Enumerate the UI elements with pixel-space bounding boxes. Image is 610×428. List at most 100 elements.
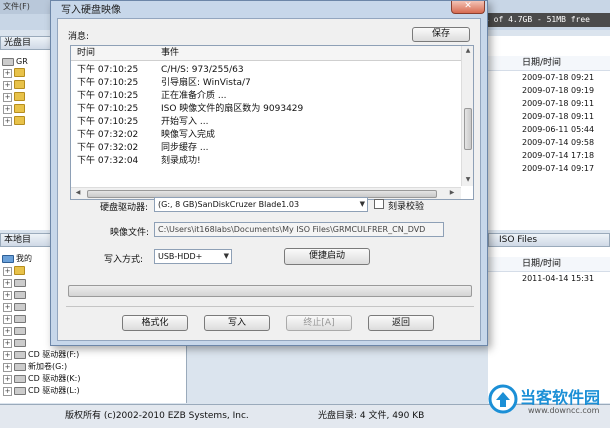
- expand-icon[interactable]: +: [3, 279, 12, 288]
- expand-icon[interactable]: +: [3, 363, 12, 372]
- chevron-down-icon: ▼: [359, 200, 365, 208]
- tree-item[interactable]: CD 驱动器(F:): [14, 349, 79, 360]
- vertical-scrollbar[interactable]: ▲ ▼: [461, 46, 473, 186]
- cd-drive-icon: [14, 386, 26, 395]
- tree-item[interactable]: [14, 103, 27, 114]
- tree-item[interactable]: CD 驱动器(L:): [14, 385, 80, 396]
- local-file-list[interactable]: ISO Files 日期/时间 2011-04-14 15:31: [488, 233, 610, 403]
- local-dir-path: ISO Files: [488, 233, 610, 247]
- drive-label: 硬盘驱动器:: [100, 203, 149, 213]
- folder-icon: [14, 266, 25, 275]
- tree-item[interactable]: [14, 79, 27, 90]
- expand-icon[interactable]: +: [3, 327, 12, 336]
- tree-item[interactable]: CD 驱动器(K:): [14, 373, 80, 384]
- folder-icon: [14, 116, 25, 125]
- expand-icon[interactable]: +: [3, 69, 12, 78]
- status-copyright: 版权所有 (c)2002-2010 EZB Systems, Inc.: [65, 411, 249, 421]
- stop-button[interactable]: 终止[A]: [286, 315, 352, 331]
- cd-drive-icon: [14, 374, 26, 383]
- column-header-event: 事件: [161, 48, 180, 58]
- tree-item[interactable]: 我的: [2, 253, 32, 264]
- save-button[interactable]: 保存: [412, 27, 470, 42]
- expand-icon[interactable]: +: [3, 291, 12, 300]
- write-disk-image-dialog: 写入硬盘映像 ✕ 消息: 保存 时间 事件 下午 07:10:25 C/H/S: …: [50, 0, 488, 346]
- list-item[interactable]: 2009-06-11 05:44: [488, 123, 610, 136]
- tree-item[interactable]: [14, 277, 28, 288]
- tree-item[interactable]: GR: [2, 56, 28, 67]
- expand-icon[interactable]: +: [3, 267, 12, 276]
- log-header: 时间 事件: [71, 46, 461, 61]
- tree-item[interactable]: [14, 67, 27, 78]
- expand-icon[interactable]: +: [3, 375, 12, 384]
- verify-label: 刻录校验: [388, 202, 425, 212]
- scroll-down-icon[interactable]: ▼: [463, 175, 473, 185]
- expand-icon[interactable]: +: [3, 105, 12, 114]
- tree-item[interactable]: [14, 91, 27, 102]
- tree-item[interactable]: 新加卷(G:): [14, 361, 67, 372]
- dialog-body: 消息: 保存 时间 事件 下午 07:10:25 C/H/S: 973/255/6…: [57, 18, 481, 341]
- expand-icon[interactable]: +: [3, 81, 12, 90]
- disc-icon: [2, 57, 14, 66]
- drive-icon: [14, 302, 26, 311]
- scroll-up-icon[interactable]: ▲: [463, 46, 473, 56]
- expand-icon[interactable]: +: [3, 303, 12, 312]
- message-log[interactable]: 时间 事件 下午 07:10:25 C/H/S: 973/255/63 下午 07…: [70, 45, 474, 200]
- tree-item[interactable]: [14, 337, 28, 348]
- drive-icon: [14, 326, 26, 335]
- folder-icon: [14, 80, 25, 89]
- tree-item[interactable]: [14, 325, 28, 336]
- list-item[interactable]: 2009-07-18 09:19: [488, 84, 610, 97]
- folder-icon: [14, 104, 25, 113]
- expand-icon[interactable]: +: [3, 387, 12, 396]
- close-button[interactable]: ✕: [451, 1, 485, 14]
- write-method-label: 写入方式:: [104, 255, 144, 265]
- divider: [66, 306, 474, 307]
- drive-icon: [14, 278, 26, 287]
- watermark-url: www.downcc.com: [528, 406, 600, 415]
- expand-icon[interactable]: +: [3, 117, 12, 126]
- cd-drive-icon: [14, 350, 26, 359]
- list-item[interactable]: 2009-07-18 09:11: [488, 97, 610, 110]
- expand-icon[interactable]: +: [3, 315, 12, 324]
- image-file-field[interactable]: C:\Users\it168labs\Documents\My ISO File…: [154, 222, 444, 237]
- disc-size-indicator: 4 of 4.7GB - 51MB free: [478, 13, 610, 27]
- list-item[interactable]: 2009-07-18 09:11: [488, 110, 610, 123]
- folder-icon: [14, 92, 25, 101]
- tree-item[interactable]: [14, 115, 27, 126]
- drive-icon: [14, 338, 26, 347]
- column-header-date[interactable]: 日期/时间: [488, 56, 610, 71]
- write-button[interactable]: 写入: [204, 315, 270, 331]
- expand-icon[interactable]: +: [3, 351, 12, 360]
- back-button[interactable]: 返回: [368, 315, 434, 331]
- list-item[interactable]: 2009-07-14 09:58: [488, 136, 610, 149]
- format-button[interactable]: 格式化: [122, 315, 188, 331]
- quick-boot-button[interactable]: 便捷启动: [284, 248, 370, 265]
- chevron-down-icon: ▼: [223, 252, 229, 260]
- list-item[interactable]: 2009-07-14 09:17: [488, 162, 610, 175]
- scroll-right-icon[interactable]: ▶: [447, 188, 457, 198]
- column-header-date[interactable]: 日期/时间: [488, 257, 610, 272]
- scroll-left-icon[interactable]: ◀: [73, 188, 83, 198]
- site-watermark: 当客软件园 www.downcc.com: [488, 382, 610, 422]
- progress-bar: [68, 285, 472, 297]
- list-item[interactable]: 2009-07-18 09:21: [488, 71, 610, 84]
- tree-item[interactable]: [14, 265, 27, 276]
- expand-icon[interactable]: +: [3, 93, 12, 102]
- expand-icon[interactable]: +: [3, 339, 12, 348]
- status-disc-info: 光盘目录: 4 文件, 490 KB: [318, 411, 425, 421]
- folder-icon: [14, 68, 25, 77]
- disc-file-list[interactable]: 日期/时间 2009-07-18 09:21 2009-07-18 09:19 …: [488, 36, 610, 230]
- drive-select[interactable]: (G:, 8 GB)SanDiskCruzer Blade1.03 ▼: [154, 197, 368, 212]
- write-method-select[interactable]: USB-HDD+ ▼: [154, 249, 232, 264]
- drive-icon: [14, 362, 26, 371]
- close-icon: ✕: [464, 1, 472, 11]
- list-item[interactable]: 2009-07-14 17:18: [488, 149, 610, 162]
- list-item[interactable]: 2011-04-14 15:31: [488, 272, 610, 285]
- tree-item[interactable]: [14, 301, 28, 312]
- verify-checkbox[interactable]: [374, 199, 384, 209]
- computer-icon: [2, 254, 14, 263]
- tree-item[interactable]: [14, 313, 28, 324]
- tree-item[interactable]: [14, 289, 28, 300]
- site-logo-icon: [488, 384, 518, 414]
- scroll-thumb[interactable]: [464, 108, 472, 150]
